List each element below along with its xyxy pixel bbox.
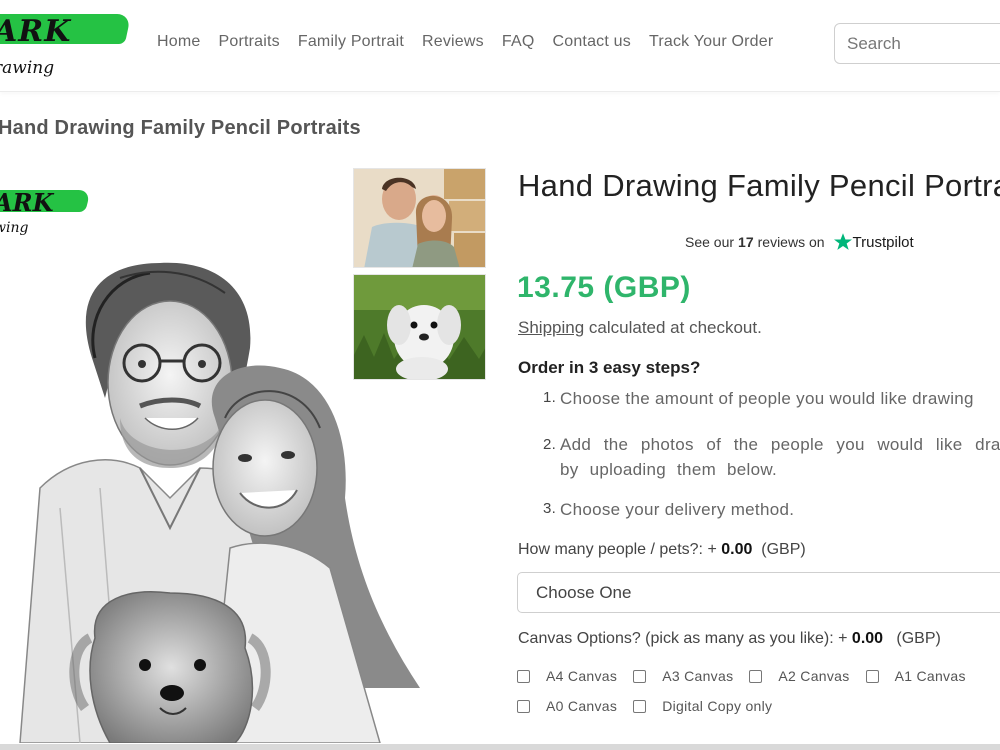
logo-word-top: ARK	[0, 14, 72, 49]
canvas-options-row-2: A0 Canvas Digital Copy only	[517, 698, 788, 714]
canvas-choice-a1[interactable]: A1 Canvas	[865, 668, 966, 684]
search-box	[834, 23, 1000, 64]
nav-contact-us[interactable]: Contact us	[552, 33, 630, 51]
canvas-choice-label: A0 Canvas	[546, 698, 618, 714]
couple-photo-image	[354, 169, 485, 267]
step-number: 2.	[543, 436, 557, 453]
canvas-option-label: Canvas Options? (pick as many as you lik…	[518, 630, 941, 648]
dog-photo-image	[354, 275, 485, 379]
nav-home[interactable]: Home	[157, 33, 200, 51]
order-step: 2. Add the photos of the people you woul…	[543, 432, 1000, 500]
search-input[interactable]	[835, 24, 1000, 63]
checkbox-icon[interactable]	[633, 699, 647, 713]
canvas-choice-label: Digital Copy only	[662, 698, 773, 714]
watermark-logo: ARK wing	[0, 182, 94, 242]
nav-track-order[interactable]: Track Your Order	[649, 33, 773, 51]
step-text: Choose the amount of people you would li…	[560, 389, 974, 408]
canvas-choice-label: A1 Canvas	[894, 668, 966, 684]
thumbnail-couple-photo[interactable]	[353, 168, 486, 268]
canvas-option-currency: (GBP)	[883, 630, 941, 647]
page-bottom-edge	[0, 744, 1000, 750]
reviews-count: 17	[738, 234, 754, 250]
trustpilot-brand: Trustpilot	[852, 233, 914, 251]
checkbox-icon[interactable]	[517, 699, 530, 713]
order-step: 1. Choose the amount of people you would…	[543, 389, 1000, 432]
checkbox-icon[interactable]	[517, 669, 530, 683]
product-price: 13.75 (GBP)	[517, 271, 691, 304]
thumbnail-dog-photo[interactable]	[353, 274, 486, 380]
canvas-choice-a4[interactable]: A4 Canvas	[517, 668, 617, 684]
canvas-choice-a2[interactable]: A2 Canvas	[749, 668, 849, 684]
canvas-choice-digital[interactable]: Digital Copy only	[633, 698, 772, 714]
step-text: Add the photos of the people you would l…	[560, 435, 1000, 479]
shipping-link[interactable]: Shipping	[518, 318, 584, 337]
page-title: Hand Drawing Family Pencil Portraits	[0, 117, 361, 139]
step-number: 1.	[543, 389, 557, 406]
order-step: 3. Choose your delivery method.	[543, 500, 1000, 520]
nav-portraits[interactable]: Portraits	[218, 33, 279, 51]
step-text: Choose your delivery method.	[560, 500, 795, 519]
logo-word-bottom: rawing	[0, 58, 55, 78]
main-nav: Home Portraits Family Portrait Reviews F…	[157, 33, 791, 51]
canvas-option-amount: 0.00	[851, 630, 884, 647]
site-header: ARK rawing Home Portraits Family Portrai…	[0, 0, 1000, 92]
canvas-options-row-1: A4 Canvas A3 Canvas A2 Canvas A1 Canvas	[517, 668, 982, 684]
steps-title: Order in 3 easy steps?	[518, 358, 701, 377]
nav-faq[interactable]: FAQ	[502, 33, 535, 51]
canvas-choice-label: A2 Canvas	[778, 668, 850, 684]
checkbox-icon[interactable]	[749, 669, 763, 683]
thumbnail-gallery	[353, 168, 486, 386]
people-option-currency: (GBP)	[752, 541, 806, 558]
people-count-select[interactable]: Choose One	[517, 572, 1000, 613]
product-title: Hand Drawing Family Pencil Portraits	[518, 168, 1000, 203]
canvas-choice-label: A4 Canvas	[546, 668, 618, 684]
watermark-word-bottom: wing	[0, 220, 29, 236]
order-steps-list: 1. Choose the amount of people you would…	[543, 389, 1000, 520]
trustpilot-star-icon	[833, 233, 852, 250]
shipping-note: Shipping calculated at checkout.	[518, 318, 762, 338]
checkbox-icon[interactable]	[633, 669, 647, 683]
canvas-choice-a0[interactable]: A0 Canvas	[517, 698, 617, 714]
nav-family-portrait[interactable]: Family Portrait	[298, 33, 404, 51]
canvas-option-text: Canvas Options? (pick as many as you lik…	[518, 630, 852, 647]
people-option-amount: 0.00	[721, 541, 753, 558]
canvas-choice-label: A3 Canvas	[662, 668, 734, 684]
step-number: 3.	[543, 500, 557, 517]
checkbox-icon[interactable]	[865, 669, 879, 683]
canvas-choice-a3[interactable]: A3 Canvas	[633, 668, 733, 684]
reviews-prefix: See our	[685, 234, 735, 250]
shipping-text: calculated at checkout.	[584, 318, 762, 337]
reviews-suffix: reviews on	[757, 234, 825, 250]
people-option-label: How many people / pets?: + 0.00 (GBP)	[518, 541, 806, 559]
select-value: Choose One	[536, 583, 632, 602]
trustpilot-reviews[interactable]: See our 17 reviews on Trustpilot	[685, 232, 914, 252]
nav-reviews[interactable]: Reviews	[422, 33, 484, 51]
people-option-text: How many people / pets?: +	[518, 541, 722, 558]
site-logo[interactable]: ARK rawing	[0, 8, 134, 80]
trustpilot-logo[interactable]: Trustpilot	[833, 232, 914, 252]
watermark-word-top: ARK	[0, 188, 54, 217]
